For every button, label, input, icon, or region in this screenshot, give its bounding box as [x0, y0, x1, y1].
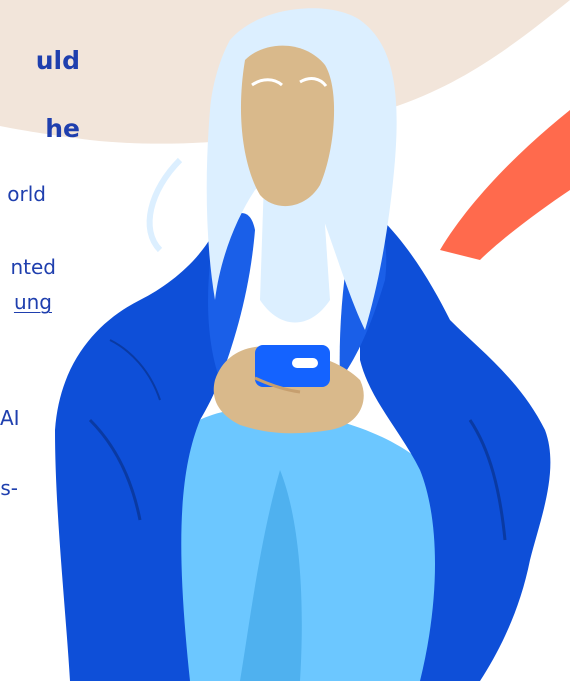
body-fragment-4: s- — [0, 476, 18, 500]
heading-line-2: he — [45, 114, 80, 143]
hair-strand — [146, 157, 183, 253]
body-fragment-2: nted — [10, 255, 56, 279]
hero-illustration — [0, 0, 570, 681]
phone-highlight — [292, 358, 318, 368]
page-heading: uld he — [0, 10, 80, 180]
face — [240, 45, 335, 207]
heading-line-1: uld — [35, 46, 80, 75]
body-fragment-3: AI — [0, 406, 20, 430]
body-fragment-1: orld — [7, 182, 46, 206]
body-link-fragment[interactable]: ung — [0, 290, 52, 314]
orange-stroke — [440, 110, 570, 260]
page-stage: uld he orld nted ung AI s- — [0, 0, 570, 681]
phone — [255, 345, 330, 387]
